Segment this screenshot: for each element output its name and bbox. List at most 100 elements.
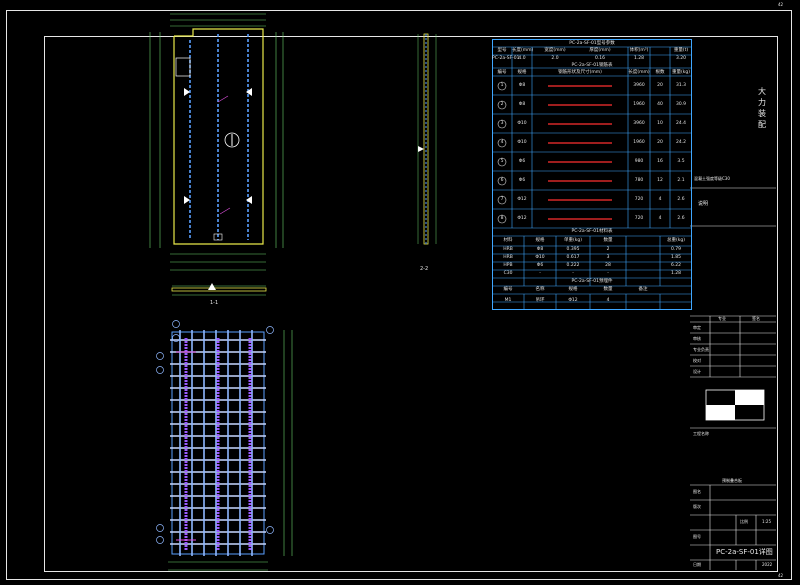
row-weight: 24.4 <box>675 121 687 126</box>
row-spec: Φ10 <box>517 121 527 126</box>
mat-cell: - <box>572 271 574 276</box>
table3-subheader-2: 规格 <box>568 287 578 292</box>
tb-row-label: 校对 <box>693 358 701 363</box>
table3-header-3: 数量 <box>603 238 613 243</box>
row-len: 1960 <box>633 140 645 145</box>
row-count: 40 <box>657 102 663 107</box>
scale-value: 1:25 <box>762 519 771 524</box>
table2-header-4: 根数 <box>655 70 665 75</box>
row-no: 2 <box>500 102 504 107</box>
row-len: 3960 <box>633 83 645 88</box>
section-1-1-label: 1-1 <box>210 300 219 306</box>
tb-header-0: 专业 <box>718 316 726 321</box>
row-len: 720 <box>634 216 644 221</box>
mat-cell: 28 <box>605 263 611 268</box>
mat-cell: 1.28 <box>670 271 682 276</box>
row-no: 5 <box>500 159 504 164</box>
mat-cell: 0.222 <box>566 263 580 268</box>
table2-header-0: 编号 <box>497 70 507 75</box>
table1-title: PC-2a-SF-01型号参数 <box>569 41 615 46</box>
table1-header-0: 型号 <box>497 48 507 53</box>
mat-cell: Φ8 <box>536 247 544 252</box>
table1-cell-5: 3.20 <box>675 56 687 61</box>
row-len: 780 <box>634 178 644 183</box>
mat-cell: 0.79 <box>670 247 682 252</box>
title-block-grid <box>690 187 776 570</box>
section-1-1 <box>171 283 267 296</box>
table3-subrow-3: 4 <box>606 298 610 303</box>
row-count: 10 <box>657 121 663 126</box>
row-count: 20 <box>657 83 663 88</box>
table1-header-1: 长度(mm) <box>512 48 534 53</box>
row-weight: 3.5 <box>677 159 685 164</box>
table1-cell-3: 0.16 <box>594 56 606 61</box>
mat-cell: Φ10 <box>535 255 545 260</box>
row-spec: Φ6 <box>518 159 526 164</box>
row-len: 1960 <box>633 102 645 107</box>
mat-cell: HRB <box>503 247 513 252</box>
mat-cell: HRB <box>503 255 513 260</box>
table3-subrow-2: Φ12 <box>568 298 578 303</box>
table1-cell-2: 2.0 <box>551 56 559 61</box>
mat-cell: 2 <box>606 247 610 252</box>
row-weight: 24.2 <box>675 140 687 145</box>
table1-header-3: 厚度(mm) <box>589 48 611 53</box>
mat-cell: 1.85 <box>670 255 682 260</box>
row-weight: 31.3 <box>675 83 687 88</box>
row-len: 3960 <box>633 121 645 126</box>
tb-header-1: 签名 <box>752 316 760 321</box>
mat-cell: 0.617 <box>566 255 580 260</box>
section-2-2-label: 2-2 <box>420 266 429 272</box>
version-label: 版次 <box>693 504 701 509</box>
table2-header-3: 长度(mm) <box>628 70 650 75</box>
table1-header-2: 宽度(mm) <box>544 48 566 53</box>
tb-row-label: 审核 <box>693 336 701 341</box>
project-label: 工程名称 <box>693 431 709 436</box>
row-count: 12 <box>657 178 663 183</box>
section-2-2 <box>417 33 437 245</box>
table3-subrow-0: M1 <box>504 298 512 303</box>
table3-header-4: 总重(kg) <box>667 238 685 243</box>
table3-header-2: 单重(kg) <box>564 238 582 243</box>
row-count: 4 <box>658 216 662 221</box>
table3-subtitle: PC-2a-SF-01预埋件 <box>571 279 613 284</box>
row-spec: Φ8 <box>518 83 526 88</box>
row-weight: 2.1 <box>677 178 685 183</box>
sheet-label: 图号 <box>693 534 701 539</box>
date-value: 2022 <box>762 562 773 567</box>
mat-cell: 0.395 <box>566 247 580 252</box>
row-count: 4 <box>658 197 662 202</box>
row-spec: Φ8 <box>518 102 526 107</box>
table1-cell-0: PC-2a-SF-01 <box>492 56 520 61</box>
tb-row-label: 设计 <box>693 369 701 374</box>
table1-header-5: 重量(t) <box>673 48 689 53</box>
table3-subheader-0: 编号 <box>503 287 513 292</box>
row-len: 980 <box>634 159 644 164</box>
note-label: 说明 <box>698 201 709 207</box>
row-weight: 2.6 <box>677 216 685 221</box>
tb-row-label: 专业负责 <box>693 347 709 352</box>
row-spec: Φ10 <box>517 140 527 145</box>
mat-cell: - <box>539 271 541 276</box>
drawing-name-label: 图名 <box>693 489 701 494</box>
row-len: 720 <box>634 197 644 202</box>
notes-line: 混凝土强度等级C30 <box>694 176 730 181</box>
row-weight: 30.9 <box>675 102 687 107</box>
table3-title: PC-2a-SF-01材料表 <box>571 229 613 234</box>
table2-title: PC-2a-SF-01钢筋表 <box>571 63 613 68</box>
table3-subheader-1: 名称 <box>535 287 545 292</box>
plan-view <box>149 13 284 271</box>
table3-subrow-1: 吊环 <box>535 298 545 303</box>
mat-cell: HPB <box>503 263 513 268</box>
row-count: 16 <box>657 159 663 164</box>
row-no: 7 <box>500 197 504 202</box>
drawing-number: PC-2a-SF-01详图 <box>716 548 773 556</box>
table1-cell-1: 4.0 <box>518 56 526 61</box>
table2-header-2: 钢筋形状及尺寸(mm) <box>558 70 602 75</box>
row-no: 3 <box>500 121 504 126</box>
project-value: 预制叠合板 <box>722 478 742 483</box>
table3-subheader-4: 备注 <box>638 287 648 292</box>
table2-header-1: 规格 <box>517 70 527 75</box>
table2-header-5: 重量(kg) <box>672 70 690 75</box>
mat-cell: 3 <box>606 255 610 260</box>
